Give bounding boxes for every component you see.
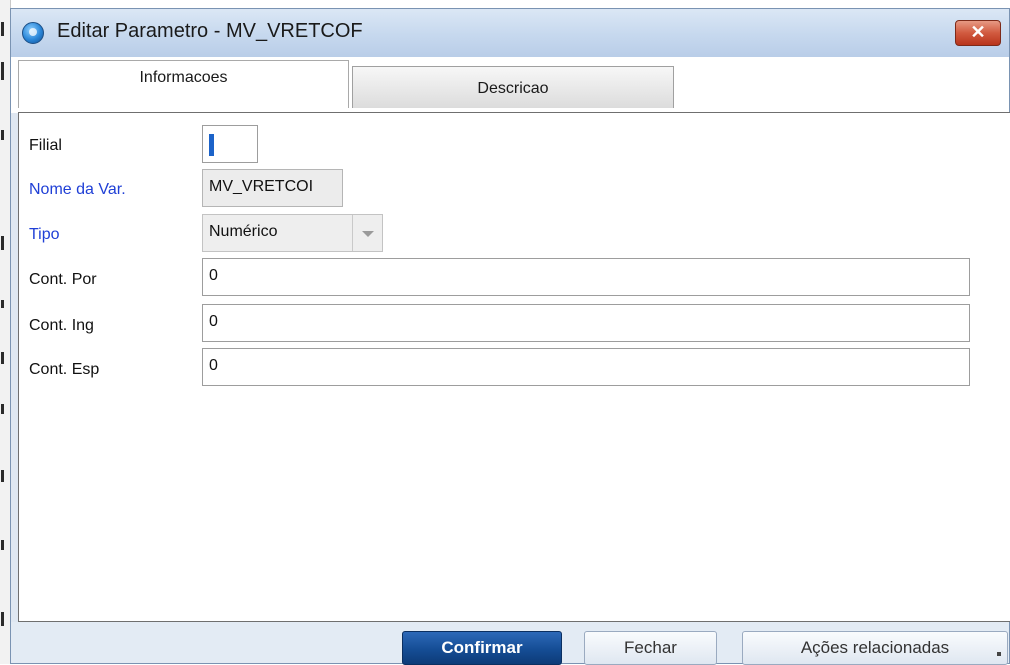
confirm-button[interactable]: Confirmar	[402, 631, 562, 665]
button-bar: Confirmar Fechar Ações relacionadas	[11, 622, 1009, 665]
cont-por-input[interactable]: 0	[202, 258, 970, 296]
tipo-selected-value: Numérico	[209, 223, 278, 240]
nome-var-label: Nome da Var.	[29, 181, 126, 198]
tipo-label: Tipo	[29, 226, 60, 243]
tab-descricao[interactable]: Descricao	[352, 66, 674, 108]
edit-parameter-dialog: Editar Parametro - MV_VRETCOF ✕ Informac…	[10, 8, 1010, 665]
informacoes-panel: Filial Nome da Var. MV_VRETCOI Tipo Numé…	[18, 112, 1010, 622]
filial-input[interactable]	[202, 125, 258, 163]
tipo-select[interactable]: Numérico	[202, 214, 383, 252]
tab-strip: Informacoes Descricao	[11, 57, 1009, 113]
nome-var-field: MV_VRETCOI	[202, 169, 343, 207]
cont-por-label: Cont. Por	[29, 271, 97, 288]
related-actions-button[interactable]: Ações relacionadas	[742, 631, 1008, 665]
tab-informacoes[interactable]: Informacoes	[18, 60, 349, 108]
cont-esp-label: Cont. Esp	[29, 361, 100, 378]
app-globe-icon	[22, 22, 44, 44]
window-title: Editar Parametro - MV_VRETCOF	[57, 20, 363, 42]
chevron-down-icon[interactable]	[352, 215, 382, 251]
close-window-button[interactable]: ✕	[955, 20, 1001, 46]
related-actions-label: Ações relacionadas	[800, 638, 950, 657]
close-button[interactable]: Fechar	[584, 631, 717, 665]
title-bar[interactable]: Editar Parametro - MV_VRETCOF ✕	[11, 9, 1009, 58]
text-cursor	[209, 134, 214, 156]
cont-ing-label: Cont. Ing	[29, 317, 94, 334]
filial-label: Filial	[29, 137, 62, 154]
dropdown-indicator-icon	[997, 652, 1001, 656]
cont-esp-input[interactable]: 0	[202, 348, 970, 386]
cont-ing-input[interactable]: 0	[202, 304, 970, 342]
